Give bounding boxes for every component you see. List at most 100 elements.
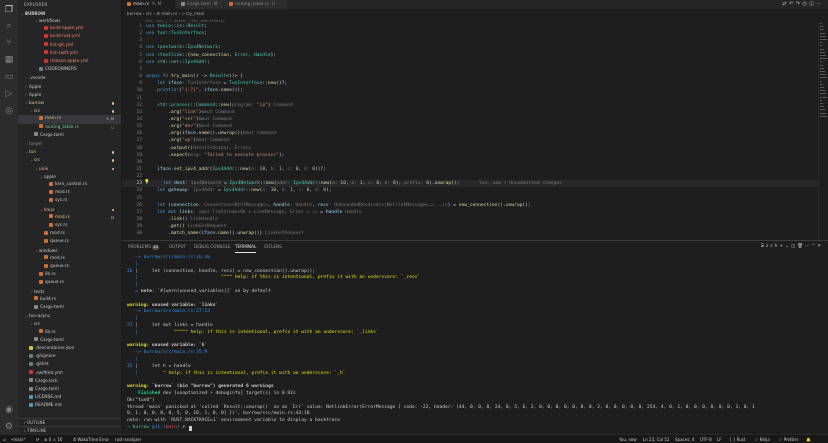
tree-item[interactable]: release-apple.yml [18,58,121,66]
tree-item[interactable]: sys.rs [18,197,121,205]
tree-item[interactable]: lint-git.yml [18,42,121,50]
account-icon[interactable]: ◉ [3,404,15,416]
compare-icon[interactable]: ⇄ [782,1,789,7]
tree-item[interactable]: .devcontainer.json [18,345,121,353]
shell-name[interactable]: zsh [766,244,780,249]
prettier-status[interactable]: ✓ Prettier [779,435,798,443]
tree-item[interactable]: ⌄burrow [18,99,121,107]
code-line[interactable]: .match_name(iface.name().unwrap()) LinkG… [146,230,304,237]
tab-debug-console[interactable]: DEBUG CONSOLE [194,241,231,253]
source-control-icon[interactable]: ⑂ [3,37,15,49]
eol[interactable]: LF [717,435,722,443]
branch-indicator[interactable]: ⑂ main* [11,435,25,443]
code-line[interactable]: .get() LinkGetRequest [146,223,226,230]
tree-item[interactable]: routing_table.rs U [18,124,121,132]
remote-indicator-icon[interactable]: ⇌ [3,435,6,443]
problems-indicator[interactable]: ⊗ 0 ⚠ 16 [44,435,62,443]
code-line[interactable]: let gateway: Ipv4Addr = Ipv4Addr::new(a:… [146,187,332,194]
tree-item[interactable]: Cargo.toml [18,386,121,394]
code-line[interactable]: .arg(iface.name().unwrap())&mut Command [146,130,276,137]
gear-icon[interactable]: ⚙ [3,421,15,433]
code-line[interactable]: std::process::Command::new(program: "ip"… [146,102,293,109]
tree-item[interactable]: ⌄unix [18,165,121,173]
code-line[interactable]: .arg("dev")&mut Command [146,123,232,130]
language-mode[interactable]: { } Rust [729,435,745,443]
gitlens-icon[interactable]: ◎ [3,105,15,117]
tree-item[interactable]: .gitlint [18,361,121,369]
cursor-position[interactable]: Ln 23, Col 52 [643,435,669,443]
explorer-icon[interactable]: ❐ [3,4,15,16]
go-back-icon[interactable]: ↶ [789,1,796,7]
tree-item[interactable]: .gitignore [18,353,121,361]
encoding[interactable]: UTF-8 [700,435,712,443]
code-line[interactable]: use tokio::io::Result; [146,23,207,30]
tree-item[interactable]: main.rs 9, M [18,115,121,124]
tree-item[interactable]: ⌄tun-async [18,312,121,320]
code-line[interactable]: .arg("up")&mut Command [146,137,229,144]
terminal-output[interactable]: --> burrow/src/main.rs:26:30 | 26 | let (… [127,255,827,435]
tree-item[interactable]: ⌄linux [18,206,121,214]
explorer-root[interactable]: ⌄BURROW [18,10,121,17]
code-line[interactable]: .arg("link")&mut Command [146,109,234,116]
tree-item[interactable]: ⌄apple [18,173,121,181]
code-line[interactable]: .link() LinkHandle [146,216,218,223]
tree-item[interactable]: › .vscode [18,74,121,82]
tab-terminal[interactable]: TERMINAL [235,241,257,253]
tab-routing-table-rs[interactable]: routing_table.rs U [224,0,288,9]
tree-item[interactable]: README.md [18,402,121,410]
tree-item[interactable]: › tests [18,288,121,296]
trash-icon[interactable]: 🗑 [797,244,805,249]
split-editor-icon[interactable]: ◫ [809,1,816,7]
tab-main-rs[interactable]: main.rs 9, M [122,0,176,9]
git-blame-status[interactable]: You, now [619,435,637,443]
tree-item[interactable]: › target [18,140,121,148]
code-line[interactable]: .expect(msg: "failed to execute process"… [146,152,284,159]
tree-item[interactable]: queue.rs [18,279,121,287]
tree-item[interactable]: lint-swift.yml [18,50,121,58]
breadcrumb[interactable]: burrow › src › ⚙ main.rs › ◇ try_main [122,9,828,19]
tree-item[interactable]: sys.rs [18,222,121,230]
tree-item[interactable]: build-apple.yml [18,25,121,33]
remote-explorer-icon[interactable]: ▭ [3,71,15,83]
code-line[interactable]: use ipnetwork::Ipv4Network; [146,44,221,51]
code-line[interactable]: let mut links: impl TryStream<Ok = LinkM… [146,209,362,216]
code-editor[interactable]: 1 use tokio::io::Result; 2 use tun::TunInte… [122,23,828,240]
tree-item[interactable]: build.rs [18,296,121,304]
tree-item[interactable]: queue.rs [18,238,121,246]
tree-item[interactable]: kern_control.rs [18,181,121,189]
tree-item[interactable]: ⌄tun [18,148,121,156]
code-line[interactable]: let (connection: Connection<RtnlMessage>… [146,202,531,209]
close-panel-icon[interactable]: ✕ [817,244,823,249]
code-line[interactable]: let dest: Ipv4Network = Ipv4Network::new… [152,180,562,187]
tree-item[interactable]: Cargo.toml [18,337,121,345]
wakatime-status[interactable]: ⏱ WakaTime Error [73,435,109,443]
sync-icon[interactable]: ⟳ [36,435,39,443]
tree-item[interactable]: LICENSE.md [18,394,121,402]
run-debug-icon[interactable]: ▷ [3,88,15,100]
tree-item[interactable]: ⌄windows [18,247,121,255]
tree-item[interactable]: build-rust.yml [18,33,121,41]
tree-item[interactable]: mod.rs [18,230,121,238]
tab-problems[interactable]: PROBLEMS 23 [128,241,160,253]
minimap[interactable] [818,23,828,240]
tree-item[interactable]: › Apple [18,91,121,99]
code-line[interactable]: iface.set_ipv4_addr(Ipv4Addr::new(a: 10,… [146,166,326,173]
code-line[interactable]: use rtnetlink::{new_connection, Error, H… [146,52,276,59]
tree-item[interactable]: Cargo.toml [18,304,121,312]
tab-output[interactable]: OUTPUT [169,241,186,253]
tree-item[interactable]: ⌄src [18,156,121,164]
tree-item[interactable]: › Apple [18,83,121,91]
code-line[interactable]: let iface: TunInterface = TunInterface::… [146,80,287,87]
tree-item[interactable]: Cargo.toml [18,132,121,140]
tab-cargo-toml[interactable]: Cargo.toml M [176,0,224,9]
outline-section[interactable]: › OUTLINE [18,418,121,426]
tree-item[interactable]: .swiftlint.yml [18,370,121,378]
tree-item[interactable]: mod.rs [18,255,121,263]
code-line[interactable]: use std::net::Ipv4Addr; [146,59,210,66]
timeline-section[interactable]: › TIMELINE [18,426,121,434]
tree-item[interactable]: lib.rs [18,329,121,337]
extensions-icon[interactable]: ▦ [3,54,15,66]
indentation[interactable]: Spaces: 4 [675,435,694,443]
code-line[interactable]: use tun::TunInterface; [146,30,207,37]
tree-item[interactable]: queue.rs [18,263,121,271]
